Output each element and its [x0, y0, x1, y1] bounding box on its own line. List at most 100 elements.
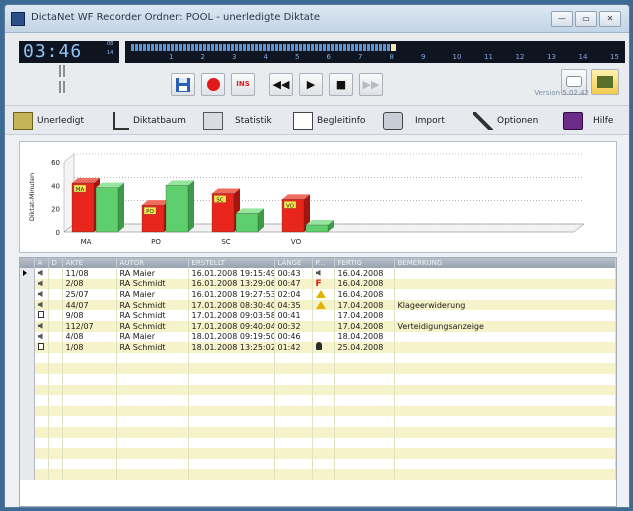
cell-type-icon — [34, 299, 49, 311]
row-selector[interactable] — [20, 448, 35, 459]
table-header-row: A D AKTE AUTOR ERSTELLT LÄNGE P... FERTI… — [20, 258, 616, 268]
row-selector[interactable] — [20, 426, 35, 438]
empty-cell — [34, 395, 49, 406]
row-selector[interactable] — [20, 278, 35, 290]
table-row[interactable]: 11/08 RA Maier 16.01.2008 19:15:49 00:43 16.… — [20, 268, 616, 279]
row-selector[interactable] — [20, 458, 35, 470]
row-selector[interactable] — [20, 437, 35, 449]
tool-begleitinfo[interactable]: Begleitinfo — [293, 110, 365, 132]
empty-cell — [334, 363, 395, 374]
empty-row — [20, 395, 616, 406]
empty-cell — [334, 405, 395, 417]
row-selector[interactable] — [20, 373, 35, 385]
empty-cell — [394, 395, 616, 406]
table-row[interactable]: 44/07 RA Schmidt 17.01.2008 08:30:40 04:35 1… — [20, 299, 616, 311]
chart-svg: 0 20 40 60 Diktat-Minuten MA MA PO PO SC SC VO VO — [28, 153, 585, 246]
folder-button[interactable] — [591, 69, 619, 95]
empty-row — [20, 363, 616, 374]
row-selector[interactable] — [20, 405, 35, 417]
header-bemerkung[interactable]: BEMERKUNG — [394, 258, 616, 268]
statistics-icon — [203, 111, 223, 130]
cell-autor: RA Schmidt — [116, 342, 189, 353]
row-selector[interactable] — [20, 310, 35, 321]
bar-side — [188, 180, 194, 232]
row-selector[interactable] — [20, 299, 35, 311]
empty-cell — [116, 458, 189, 470]
stop-button[interactable]: ■ — [329, 73, 353, 96]
position-timeline[interactable]: 1 2 3 4 5 6 7 8 9 10 11 12 13 14 15 — [125, 41, 625, 63]
close-button[interactable]: ✕ — [599, 11, 621, 27]
maximize-button[interactable]: ▭ — [575, 11, 597, 27]
timeline-marker[interactable] — [391, 44, 396, 51]
play-button[interactable]: ▶ — [299, 73, 323, 96]
empty-cell — [188, 437, 275, 449]
timeline-tick: 10 — [452, 53, 462, 61]
slider-handle-bottom[interactable] — [59, 81, 65, 93]
table-row[interactable]: 4/08 RA Maier 18.01.2008 09:19:50 00:46 18.0… — [20, 331, 616, 343]
table-row[interactable]: 2/08 RA Schmidt 16.01.2008 13:29:06 00:47 F 1… — [20, 278, 616, 290]
row-selector[interactable] — [20, 469, 35, 480]
empty-cell — [394, 405, 616, 417]
row-selector[interactable] — [20, 352, 35, 364]
statistics-chart: 0 20 40 60 Diktat-Minuten MA MA PO PO SC SC VO VO — [19, 141, 617, 253]
tool-import[interactable]: Import — [383, 110, 445, 132]
empty-cell — [312, 416, 335, 427]
title-bar[interactable]: DictaNet WF Recorder Ordner: POOL - uner… — [5, 5, 629, 33]
empty-cell — [62, 416, 117, 427]
empty-cell — [62, 352, 117, 364]
row-selector[interactable] — [20, 342, 35, 353]
tool-statistik[interactable]: Statistik — [203, 110, 272, 132]
header-p[interactable]: P... — [312, 258, 335, 268]
empty-cell — [312, 437, 335, 449]
row-selector[interactable] — [20, 331, 35, 343]
table-row[interactable]: 1/08 RA Schmidt 18.01.2008 13:25:02 01:42 25… — [20, 342, 616, 353]
time-display: 03:46 — [19, 41, 119, 63]
minimize-button[interactable]: — — [551, 11, 573, 27]
row-selector[interactable] — [20, 268, 35, 279]
header-fertig[interactable]: FERTIG — [334, 258, 395, 268]
header-akte[interactable]: AKTE — [62, 258, 117, 268]
volume-slider[interactable] — [51, 63, 77, 99]
cell-fertig: 16.04.2008 — [334, 278, 395, 290]
header-erstellt[interactable]: ERSTELLT — [188, 258, 275, 268]
y-tick-label: 20 — [51, 206, 60, 214]
cell-d — [48, 331, 63, 343]
table-row[interactable]: 112/07 RA Schmidt 17.01.2008 09:40:04 00:32… — [20, 320, 616, 332]
tool-unerledigt[interactable]: Unerledigt — [13, 110, 84, 132]
cell-priority: F — [312, 278, 335, 290]
header-laenge[interactable]: LÄNGE — [274, 258, 313, 268]
header-a[interactable]: A — [34, 258, 49, 268]
empty-cell — [312, 448, 335, 459]
fast-forward-button[interactable]: ▶▶ — [359, 73, 383, 96]
tool-hilfe[interactable]: Hilfe — [563, 110, 613, 132]
cell-type-icon — [34, 289, 49, 300]
cell-autor: RA Maier — [116, 268, 189, 279]
row-selector[interactable] — [20, 289, 35, 300]
table-row[interactable]: 25/07 RA Maier 16.01.2008 19:27:53 02:04 16.… — [20, 289, 616, 300]
slider-handle-top[interactable] — [59, 65, 65, 77]
empty-cell — [274, 373, 313, 385]
rewind-button[interactable]: ◀◀ — [269, 73, 293, 96]
save-button[interactable] — [171, 73, 195, 96]
tool-import-label: Import — [415, 116, 445, 126]
cell-laenge: 00:46 — [274, 331, 313, 343]
cell-d — [48, 278, 63, 290]
cell-type-icon — [34, 331, 49, 343]
tool-optionen[interactable]: Optionen — [473, 110, 538, 132]
row-selector[interactable] — [20, 363, 35, 374]
header-d[interactable]: D — [48, 258, 63, 268]
header-autor[interactable]: AUTOR — [116, 258, 189, 268]
row-selector[interactable] — [20, 320, 35, 332]
record-button[interactable] — [201, 73, 225, 96]
table-row[interactable]: 9/08 RA Schmidt 17.01.2008 09:03:58 00:41 17… — [20, 310, 616, 321]
tool-diktatbaum[interactable]: Diktatbaum — [113, 110, 186, 132]
row-selector[interactable] — [20, 395, 35, 406]
row-selector[interactable] — [20, 416, 35, 427]
cell-laenge: 00:43 — [274, 268, 313, 279]
insert-mode-button[interactable]: INS — [231, 73, 255, 96]
empty-cell — [34, 384, 49, 396]
empty-cell — [48, 395, 63, 406]
row-selector[interactable] — [20, 384, 35, 396]
empty-cell — [116, 426, 189, 438]
empty-cell — [334, 469, 395, 480]
